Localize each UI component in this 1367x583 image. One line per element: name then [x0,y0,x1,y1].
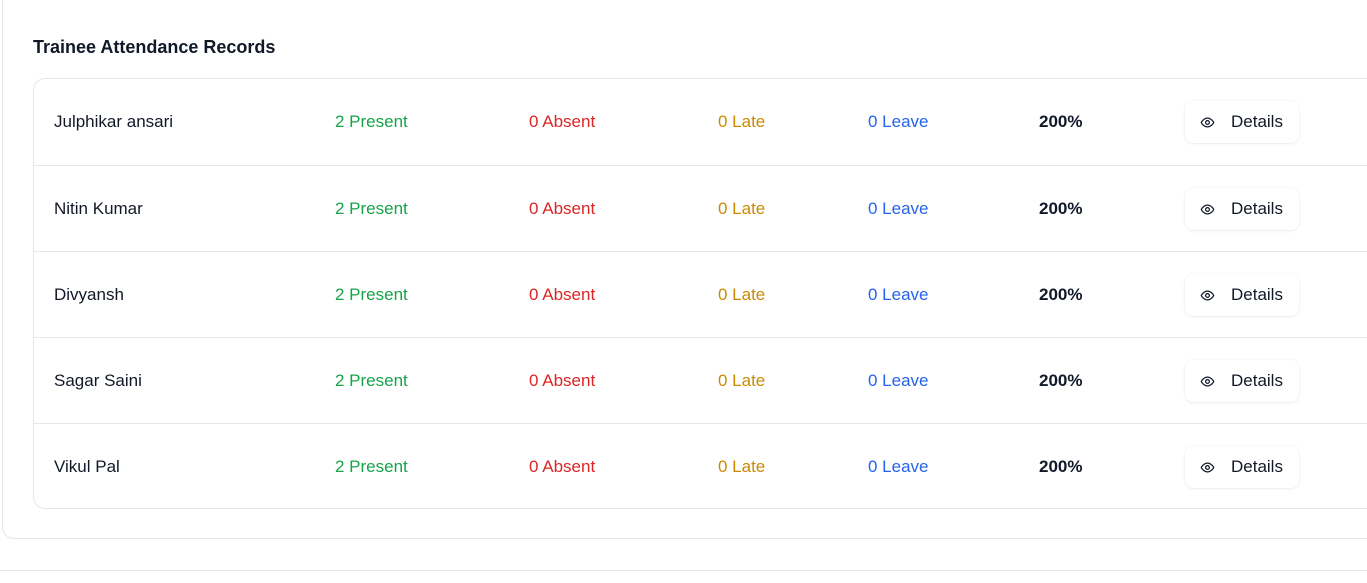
absent-count: 0 Absent [529,457,596,476]
details-label: Details [1231,457,1283,476]
eye-icon [1200,376,1215,386]
details-button[interactable]: Details [1185,188,1299,230]
attendance-records-table: Julphikar ansari 2 Present 0 Absent 0 La… [33,78,1367,509]
present-count: 2 Present [335,199,408,218]
eye-icon [1200,204,1215,214]
details-label: Details [1231,199,1283,218]
eye-icon [1200,462,1215,472]
present-count: 2 Present [335,371,408,390]
details-button[interactable]: Details [1185,446,1299,488]
present-count: 2 Present [335,457,408,476]
late-count: 0 Late [718,285,766,304]
table-row: Sagar Saini 2 Present 0 Absent 0 Late 0 … [34,337,1367,423]
details-button[interactable]: Details [1185,274,1299,316]
divider [0,570,1367,571]
leave-count: 0 Leave [868,285,929,304]
attendance-percentage: 200% [1039,199,1083,218]
eye-icon [1200,117,1215,127]
leave-count: 0 Leave [868,199,929,218]
trainee-name: Vikul Pal [54,457,120,476]
table-row: Divyansh 2 Present 0 Absent 0 Late 0 Lea… [34,251,1367,337]
absent-count: 0 Absent [529,199,596,218]
section-title: Trainee Attendance Records [33,37,276,57]
trainee-name: Nitin Kumar [54,199,143,218]
attendance-percentage: 200% [1039,371,1083,390]
leave-count: 0 Leave [868,112,929,131]
details-label: Details [1231,371,1283,390]
trainee-name: Sagar Saini [54,371,142,390]
attendance-percentage: 200% [1039,285,1083,304]
attendance-percentage: 200% [1039,112,1083,131]
absent-count: 0 Absent [529,371,596,390]
late-count: 0 Late [718,371,766,390]
details-label: Details [1231,285,1283,304]
absent-count: 0 Absent [529,112,596,131]
eye-icon [1200,290,1215,300]
absent-count: 0 Absent [529,285,596,304]
details-button[interactable]: Details [1185,101,1299,143]
trainee-name: Divyansh [54,285,124,304]
trainee-name: Julphikar ansari [54,112,174,131]
attendance-percentage: 200% [1039,457,1083,476]
details-button[interactable]: Details [1185,360,1299,402]
details-label: Details [1231,112,1283,131]
table-row: Nitin Kumar 2 Present 0 Absent 0 Late 0 … [34,165,1367,251]
leave-count: 0 Leave [868,457,929,476]
late-count: 0 Late [718,199,766,218]
table-row: Julphikar ansari 2 Present 0 Absent 0 La… [34,79,1367,165]
late-count: 0 Late [718,112,766,131]
table-row: Vikul Pal 2 Present 0 Absent 0 Late 0 Le… [34,423,1367,508]
leave-count: 0 Leave [868,371,929,390]
present-count: 2 Present [335,285,408,304]
present-count: 2 Present [335,112,408,131]
late-count: 0 Late [718,457,766,476]
